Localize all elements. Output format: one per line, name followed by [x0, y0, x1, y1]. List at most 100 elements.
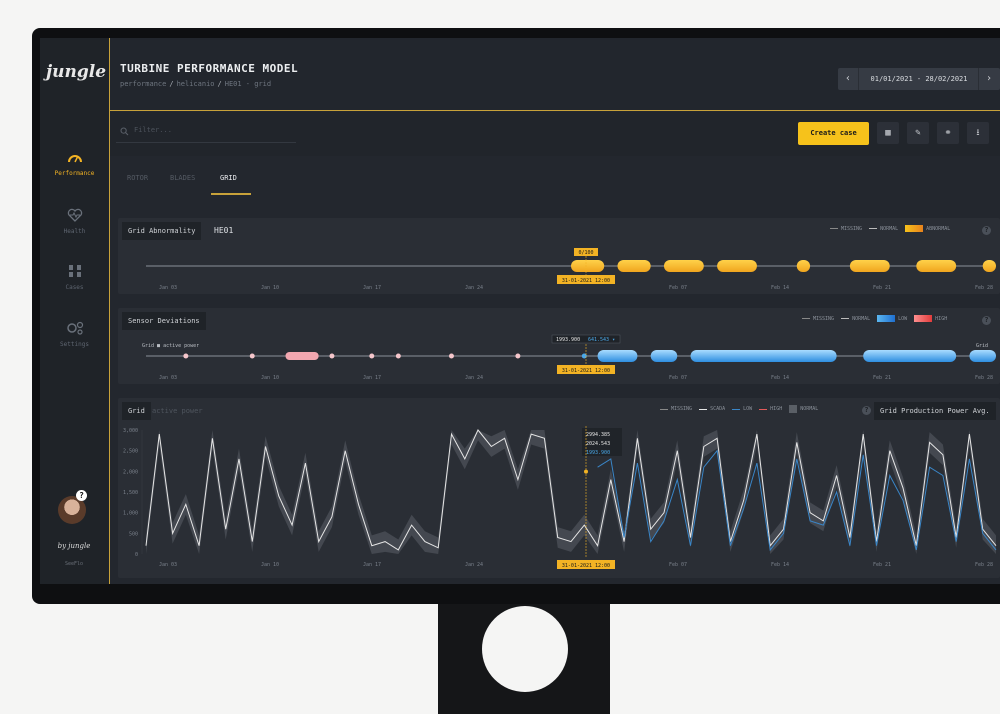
x-tick-label: Feb 28: [975, 285, 993, 291]
breadcrumb: performance / helicanio / HE01 - grid: [120, 80, 272, 88]
edit-icon[interactable]: ✎: [907, 122, 929, 144]
sidebar-item-health[interactable]: Health: [40, 208, 109, 235]
abnormal-segment: [796, 260, 811, 272]
app-screen: jungle Performance Health Cases Settings…: [40, 38, 1000, 584]
legend-missing: MISSING: [830, 226, 862, 232]
signal-dropdown[interactable]: Grid Production Power Avg.: [874, 402, 996, 420]
tab-grid[interactable]: GRID: [220, 174, 237, 182]
app-logo[interactable]: jungle: [46, 62, 106, 82]
sidebar-item-settings[interactable]: Settings: [40, 321, 109, 348]
x-tick-label: Jan 10: [261, 562, 279, 568]
sidebar-item-performance[interactable]: Performance: [40, 150, 109, 177]
breadcrumb-item[interactable]: performance: [120, 80, 166, 88]
time-cursor-label: 31-01-2021 12:00: [562, 563, 610, 569]
footer-subtitle: SeeFlo: [64, 561, 84, 567]
x-tick-label: Jan 17: [363, 285, 381, 291]
toolbar: Filter... Create case ▦ ✎ ⚭ ⭳: [110, 112, 1000, 156]
deviation-point: [369, 353, 375, 359]
y-tick-label: 3,000: [123, 428, 138, 434]
asset-label: HE01: [214, 226, 234, 235]
x-tick-label: Feb 14: [771, 562, 789, 568]
deviation-point: [329, 353, 335, 359]
tooltip-value: 2994.385: [586, 432, 610, 438]
time-cursor-label: 31-01-2021 12:00: [562, 368, 610, 374]
link-icon[interactable]: ⚭: [937, 122, 959, 144]
chevron-right-icon[interactable]: ›: [978, 68, 999, 90]
abnormal-segment: [663, 260, 704, 272]
help-icon[interactable]: ?: [862, 406, 871, 415]
x-tick-label: Feb 07: [669, 285, 687, 291]
low-deviation-segment: [650, 350, 678, 362]
tab-rotor[interactable]: ROTOR: [127, 174, 148, 182]
legend: MISSING SCADA LOW HIGH NORMAL: [660, 405, 818, 413]
cursor-value: 0/100: [578, 250, 593, 256]
create-case-button[interactable]: Create case: [798, 122, 869, 145]
row-label-right: Grid: [976, 343, 988, 349]
x-tick-label: Jan 10: [261, 285, 279, 291]
x-tick-label: Jan 10: [261, 375, 279, 381]
sidebar-item-cases[interactable]: Cases: [40, 264, 109, 291]
legend-missing: MISSING: [802, 316, 834, 322]
y-tick-label: 2,500: [123, 449, 138, 455]
tab-blades[interactable]: BLADES: [170, 174, 195, 182]
download-icon[interactable]: ⭳: [967, 122, 989, 144]
help-icon[interactable]: ?: [76, 490, 87, 501]
x-tick-label: Jan 24: [465, 375, 483, 381]
x-tick-label: Feb 21: [873, 562, 891, 568]
abnormal-segment: [916, 260, 957, 272]
x-tick-label: Jan 17: [363, 562, 381, 568]
grid-power-chart: 3,000 2,500 2,000 1,500 1,000 500 0 2994.385 202…: [123, 426, 997, 569]
date-range-picker[interactable]: ‹ 01/01/2021 - 28/02/2021 ›: [838, 68, 1000, 90]
abnormal-segment: [849, 260, 890, 272]
abnormality-panel: Grid Abnormality HE01 MISSING NORMAL ABN…: [118, 218, 1000, 294]
chevron-left-icon[interactable]: ‹: [838, 68, 859, 90]
time-cursor-label: 31-01-2021 12:00: [562, 278, 610, 284]
x-tick-label: Jan 17: [363, 375, 381, 381]
x-tick-label: Feb 28: [975, 375, 993, 381]
deviation-point: [448, 353, 454, 359]
breadcrumb-item[interactable]: helicanio: [177, 80, 215, 88]
legend-abnormal: ABNORMAL: [905, 225, 950, 232]
breadcrumb-item: HE01 - grid: [224, 80, 272, 88]
sidebar-item-label: Health: [63, 228, 86, 235]
x-tick-label: Jan 03: [159, 375, 177, 381]
y-tick-label: 1,500: [123, 490, 138, 496]
help-icon[interactable]: ?: [982, 316, 991, 325]
x-tick-label: Feb 21: [873, 285, 891, 291]
legend: MISSING NORMAL LOW HIGH: [802, 315, 947, 322]
deviations-panel: Sensor Deviations MISSING NORMAL LOW HIG…: [118, 308, 1000, 384]
cases-icon: [68, 265, 81, 277]
stand-cutout: [482, 606, 568, 692]
panel-title: Sensor Deviations: [122, 312, 206, 330]
grid-icon[interactable]: ▦: [877, 122, 899, 144]
deviation-point: [515, 353, 521, 359]
tooltip-value: 2024.543: [586, 441, 610, 447]
x-tick-label: Jan 24: [465, 562, 483, 568]
low-deviation-segment: [863, 350, 957, 362]
date-range-text[interactable]: 01/01/2021 - 28/02/2021: [864, 68, 974, 90]
tab-bar: ROTOR BLADES GRID: [110, 158, 1000, 196]
abnormal-segment: [717, 260, 757, 272]
filter-placeholder: Filter...: [134, 126, 172, 134]
abnormal-segment: [571, 260, 605, 272]
abnormal-segment: [617, 260, 651, 272]
legend-normal: NORMAL: [789, 405, 818, 413]
gauge-icon: [67, 155, 82, 163]
abnormality-chart: 0/100 31-01-2021 12:00 Jan 03 Jan 10 Jan 17 J…: [146, 248, 996, 291]
sidebar-item-label: Cases: [65, 284, 84, 291]
page-title: TURBINE PERFORMANCE MODEL: [120, 62, 299, 75]
x-tick-label: Feb 07: [669, 562, 687, 568]
y-tick-label: 0: [135, 552, 138, 558]
legend-normal: NORMAL: [869, 226, 898, 232]
tooltip-value: 1993.900: [586, 450, 610, 456]
series-line-low: [597, 449, 997, 552]
filter-input[interactable]: Filter...: [116, 122, 296, 143]
low-deviation-segment: [690, 350, 837, 362]
footer-logo: by jungle: [57, 542, 91, 550]
legend: MISSING NORMAL ABNORMAL: [830, 225, 950, 232]
panel-subtitle: active power: [152, 407, 203, 415]
x-tick-label: Feb 28: [975, 562, 993, 568]
help-icon[interactable]: ?: [982, 226, 991, 235]
abnormal-segment: [982, 260, 996, 272]
cursor-value: 641.543 ▾: [588, 337, 615, 343]
